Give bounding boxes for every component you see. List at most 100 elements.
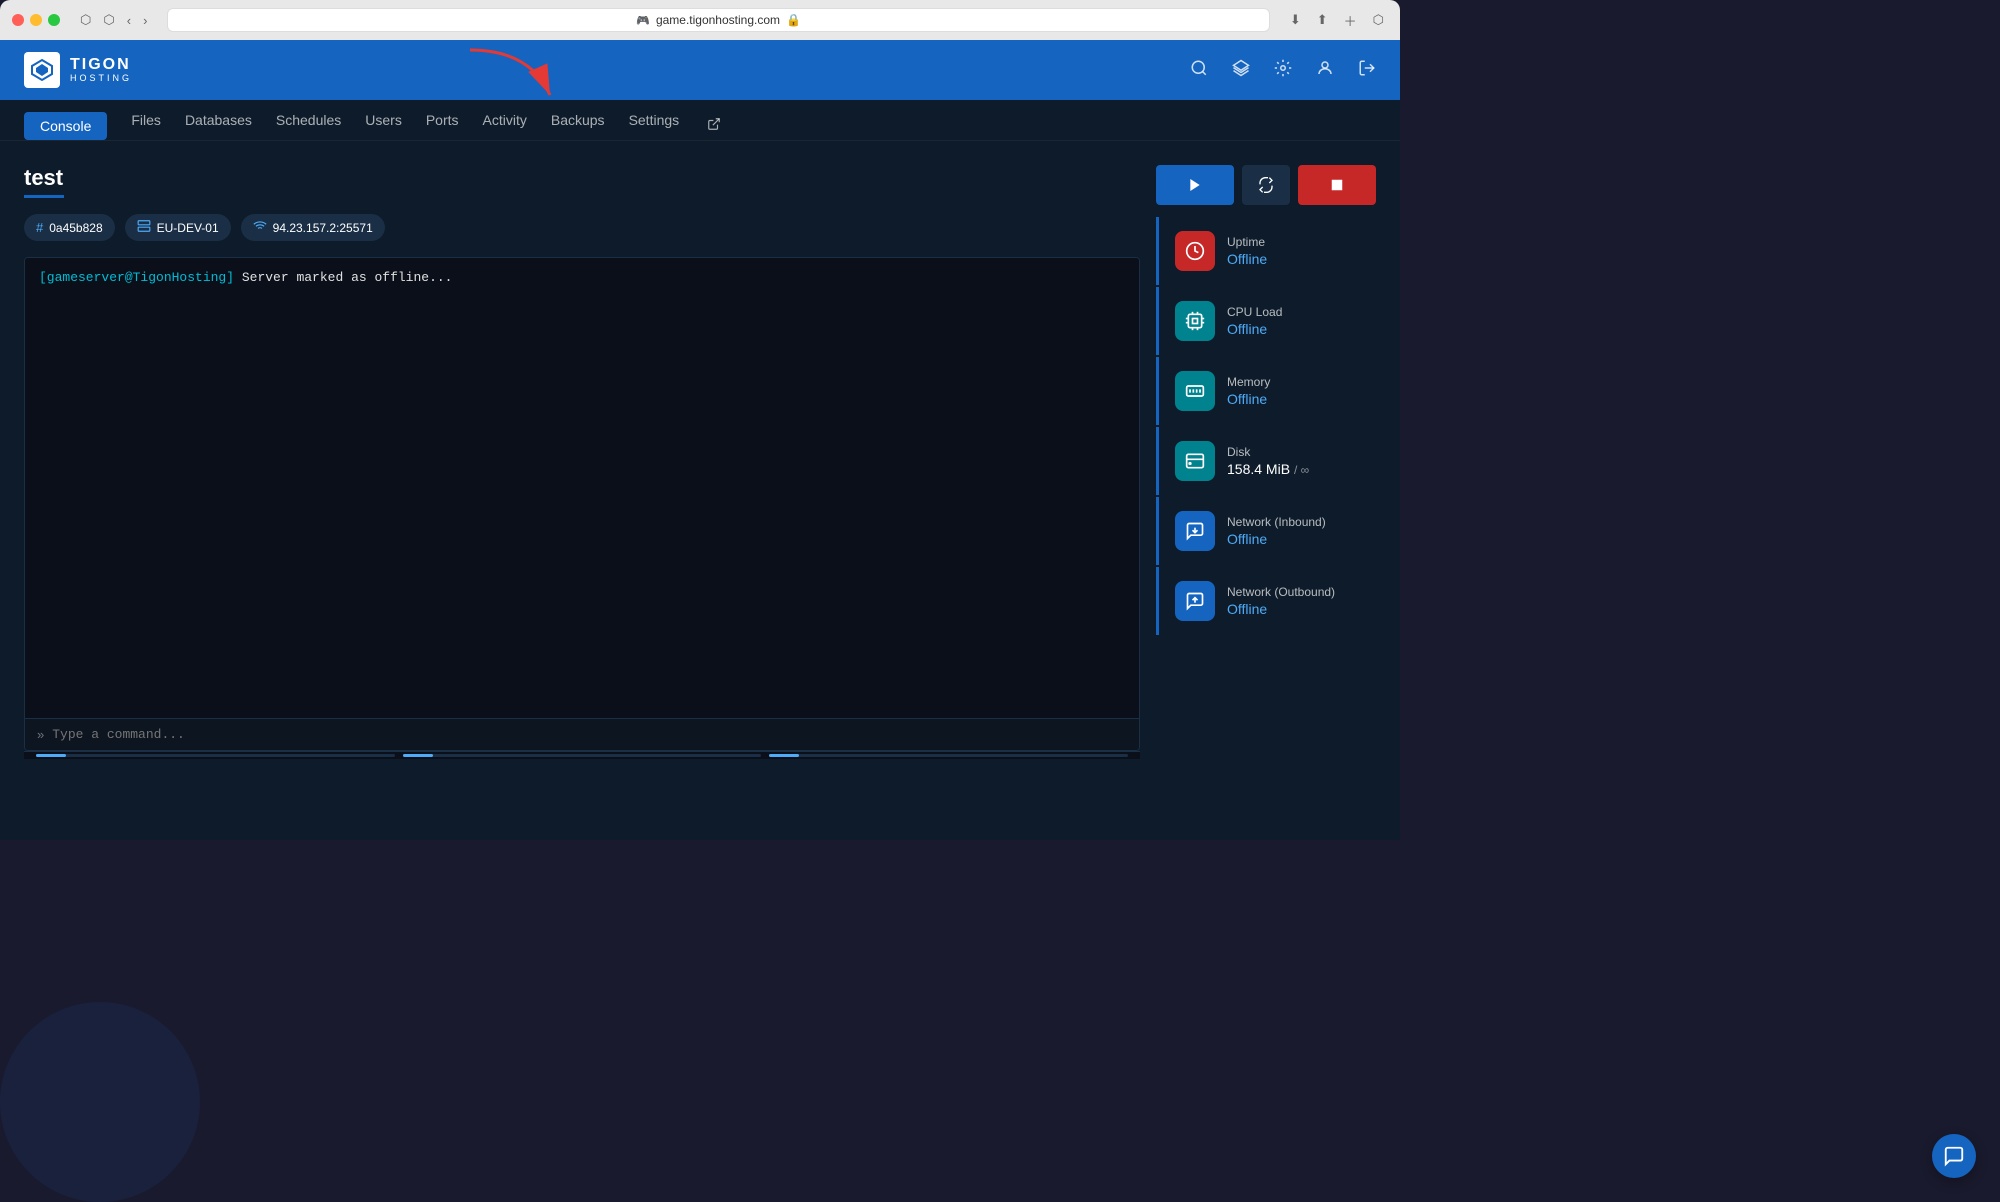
browser-actions: ⬇ ⬆ ＋ ⬡ — [1286, 9, 1388, 32]
console-message: Server marked as offline... — [234, 270, 452, 285]
tab-backups[interactable]: Backups — [551, 112, 605, 140]
title-underline — [24, 195, 64, 198]
tab-settings[interactable]: Settings — [629, 112, 680, 140]
server-icon — [137, 219, 151, 236]
main-panel: test # 0a45b828 EU-DEV-01 — [24, 165, 1140, 759]
brand-subtitle: HOSTING — [70, 74, 132, 84]
network-in-info: Network (Inbound) Offline — [1227, 515, 1360, 547]
uptime-label: Uptime — [1227, 235, 1360, 249]
scrollbar-track-1[interactable] — [36, 754, 395, 757]
scrollbar-area — [24, 751, 1140, 759]
tab-ports[interactable]: Ports — [426, 112, 459, 140]
server-badges: # 0a45b828 EU-DEV-01 — [24, 214, 1140, 241]
disk-info: Disk 158.4 MiB / ∞ — [1227, 445, 1360, 477]
console-wrapper: [gameserver@TigonHosting] Server marked … — [24, 257, 1140, 751]
brand-name: TIGON — [70, 56, 132, 74]
toggle-button[interactable]: ⬡ — [99, 10, 118, 30]
server-ip: 94.23.157.2:25571 — [273, 221, 373, 235]
tab-files[interactable]: Files — [131, 112, 161, 140]
stat-cpu: CPU Load Offline — [1156, 287, 1376, 355]
console-line-1: [gameserver@TigonHosting] Server marked … — [39, 270, 1125, 285]
server-node: EU-DEV-01 — [157, 221, 219, 235]
close-button[interactable] — [12, 14, 24, 26]
scrollbar-thumb-1[interactable] — [36, 754, 66, 757]
network-in-value: Offline — [1227, 531, 1360, 547]
start-button[interactable] — [1156, 165, 1234, 205]
cpu-icon — [1175, 301, 1215, 341]
cpu-label: CPU Load — [1227, 305, 1360, 319]
memory-value: Offline — [1227, 391, 1360, 407]
address-bar[interactable]: 🎮 game.tigonhosting.com 🔒 — [167, 8, 1269, 32]
network-out-icon — [1175, 581, 1215, 621]
network-out-value: Offline — [1227, 601, 1360, 617]
new-tab-icon[interactable]: ＋ — [1340, 9, 1361, 32]
logout-icon[interactable] — [1358, 59, 1376, 82]
chat-button[interactable] — [1932, 1134, 1976, 1178]
uptime-info: Uptime Offline — [1227, 235, 1360, 267]
stat-memory: Memory Offline — [1156, 357, 1376, 425]
maximize-button[interactable] — [48, 14, 60, 26]
minimize-button[interactable] — [30, 14, 42, 26]
console-input[interactable] — [52, 727, 1127, 742]
stat-network-out: Network (Outbound) Offline — [1156, 567, 1376, 635]
brand-icon — [24, 52, 60, 88]
lock-icon: 🔒 — [786, 13, 801, 27]
tab-databases[interactable]: Databases — [185, 112, 252, 140]
cpu-info: CPU Load Offline — [1227, 305, 1360, 337]
stop-button[interactable] — [1298, 165, 1376, 205]
scrollbar-track-2[interactable] — [403, 754, 762, 757]
account-icon[interactable] — [1316, 59, 1334, 82]
external-link-icon[interactable] — [707, 117, 721, 136]
control-buttons-row — [1156, 165, 1376, 205]
tab-console[interactable]: Console — [24, 112, 107, 140]
badge-ip: 94.23.157.2:25571 — [241, 214, 385, 241]
restart-button[interactable] — [1242, 165, 1289, 205]
browser-forward[interactable]: › — [139, 10, 151, 30]
disk-label: Disk — [1227, 445, 1360, 459]
back-button[interactable]: ⬡ — [76, 10, 95, 30]
disk-icon — [1175, 441, 1215, 481]
tab-activity[interactable]: Activity — [483, 112, 527, 140]
cpu-value: Offline — [1227, 321, 1360, 337]
memory-icon — [1175, 371, 1215, 411]
console-output: [gameserver@TigonHosting] Server marked … — [25, 258, 1139, 718]
scrollbar-track-3[interactable] — [769, 754, 1128, 757]
badge-node: EU-DEV-01 — [125, 214, 231, 241]
network-out-label: Network (Outbound) — [1227, 585, 1360, 599]
stat-disk: Disk 158.4 MiB / ∞ — [1156, 427, 1376, 495]
uptime-icon — [1175, 231, 1215, 271]
brand: TIGON HOSTING — [24, 52, 132, 88]
stat-network-in: Network (Inbound) Offline — [1156, 497, 1376, 565]
browser-nav-controls: ⬡ ⬡ ‹ › — [76, 10, 151, 30]
network-in-label: Network (Inbound) — [1227, 515, 1360, 529]
network-out-info: Network (Outbound) Offline — [1227, 585, 1360, 617]
server-id: 0a45b828 — [49, 221, 102, 235]
top-nav: TIGON HOSTING — [0, 40, 1400, 100]
console-input-row[interactable]: » — [25, 718, 1139, 750]
share-icon[interactable]: ⬆ — [1313, 9, 1332, 32]
disk-value: 158.4 MiB / ∞ — [1227, 461, 1360, 477]
search-icon[interactable] — [1190, 59, 1208, 82]
download-icon[interactable]: ⬇ — [1286, 9, 1305, 32]
settings-icon[interactable] — [1274, 59, 1292, 82]
browser-back[interactable]: ‹ — [123, 10, 135, 30]
bg-decoration — [0, 1002, 200, 1202]
network-in-icon — [1175, 511, 1215, 551]
app-container: TIGON HOSTING — [0, 40, 1400, 840]
windows-icon[interactable]: ⬡ — [1369, 9, 1388, 32]
badge-id: # 0a45b828 — [24, 214, 115, 241]
tab-section: Console Files Databases Schedules Users … — [0, 100, 1400, 141]
scrollbar-thumb-3[interactable] — [769, 754, 799, 757]
wifi-icon — [253, 219, 267, 236]
chevron-icon: » — [37, 727, 44, 742]
nav-icons — [1190, 59, 1376, 82]
tab-users[interactable]: Users — [365, 112, 402, 140]
tab-schedules[interactable]: Schedules — [276, 112, 341, 140]
traffic-lights — [12, 14, 60, 26]
layers-icon[interactable] — [1232, 59, 1250, 82]
scrollbar-thumb-2[interactable] — [403, 754, 433, 757]
tab-bar: Console Files Databases Schedules Users … — [0, 100, 1400, 141]
memory-label: Memory — [1227, 375, 1360, 389]
hash-icon: # — [36, 220, 43, 235]
site-icon: 🎮 — [636, 14, 650, 27]
